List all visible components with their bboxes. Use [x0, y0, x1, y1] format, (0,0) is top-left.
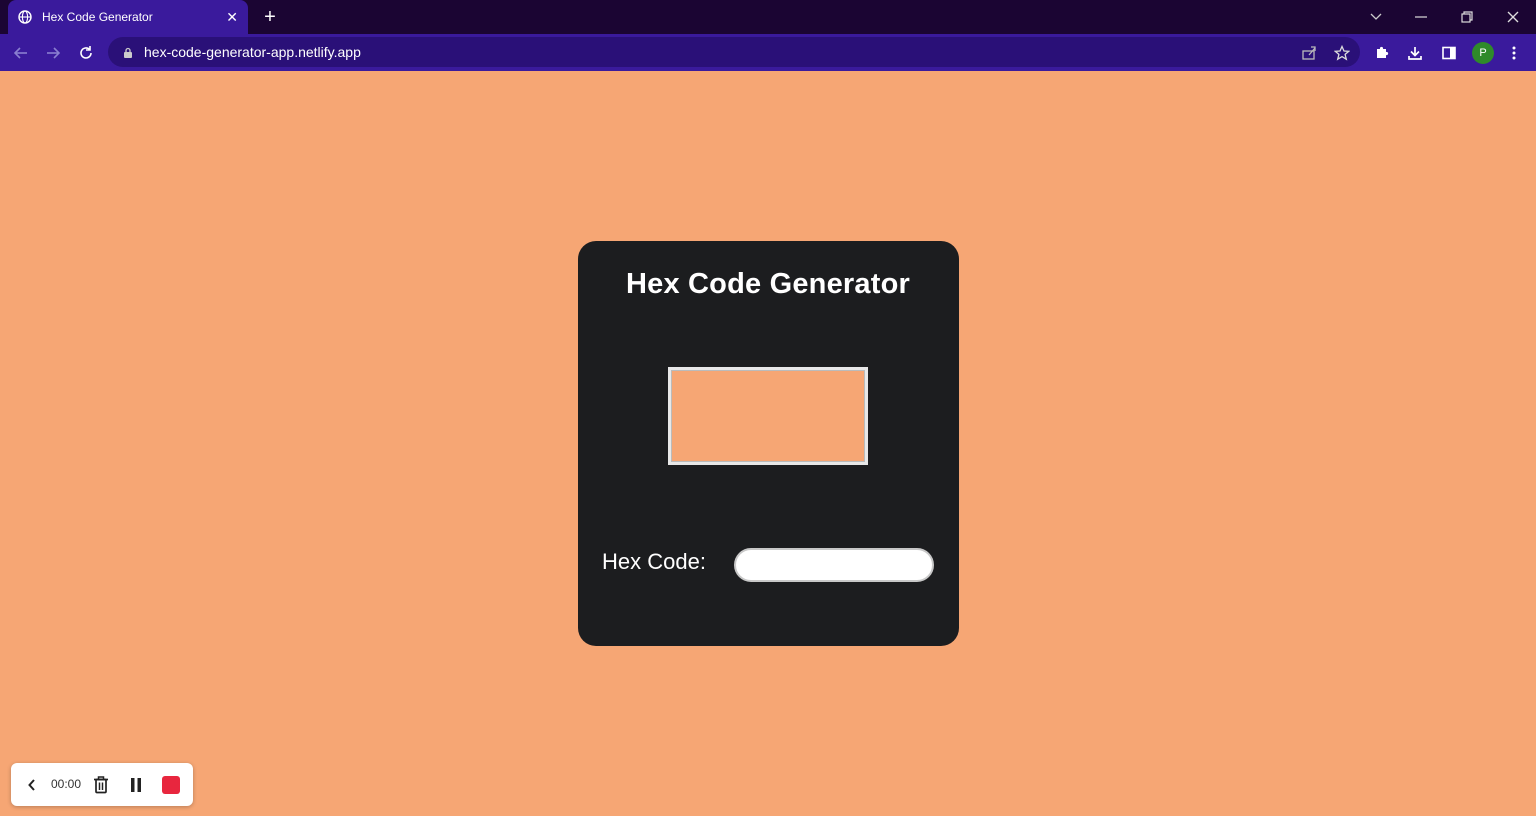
forward-arrow-icon[interactable]	[40, 40, 66, 66]
avatar[interactable]: P	[1472, 42, 1494, 64]
hex-code-input[interactable]	[734, 548, 934, 582]
close-icon[interactable]: ✕	[226, 9, 238, 26]
window-close-icon[interactable]	[1493, 0, 1533, 34]
browser-titlebar: Hex Code Generator ✕ +	[0, 0, 1536, 34]
trash-icon[interactable]	[90, 763, 112, 806]
tab-title: Hex Code Generator	[42, 10, 153, 24]
chevron-down-icon[interactable]	[1356, 0, 1396, 34]
more-icon[interactable]	[1501, 40, 1527, 66]
recording-time: 00:00	[51, 777, 82, 791]
browser-toolbar: hex-code-generator-app.netlify.app P	[0, 34, 1536, 71]
page-title: Hex Code Generator	[625, 268, 910, 300]
minimize-icon[interactable]	[1401, 0, 1441, 34]
address-bar[interactable]: hex-code-generator-app.netlify.app	[108, 37, 1360, 67]
download-icon[interactable]	[1402, 40, 1428, 66]
globe-icon	[18, 10, 32, 24]
back-arrow-icon[interactable]	[8, 40, 34, 66]
lock-icon	[122, 46, 134, 58]
color-swatch[interactable]	[668, 367, 868, 465]
puzzle-icon[interactable]	[1369, 40, 1395, 66]
reload-icon[interactable]	[73, 40, 99, 66]
recorder-widget: 00:00	[11, 763, 193, 806]
plus-icon[interactable]: +	[258, 5, 282, 29]
browser-tab[interactable]: Hex Code Generator ✕	[8, 0, 248, 34]
star-icon[interactable]	[1329, 40, 1355, 66]
side-panel-icon[interactable]	[1436, 40, 1462, 66]
stop-icon[interactable]	[160, 763, 182, 806]
pause-icon[interactable]	[126, 763, 146, 806]
restore-icon[interactable]	[1447, 0, 1487, 34]
chevron-left-icon[interactable]	[23, 763, 41, 806]
url-text: hex-code-generator-app.netlify.app	[144, 44, 361, 60]
hex-code-label: Hex Code:	[602, 549, 706, 574]
share-icon[interactable]	[1296, 40, 1322, 66]
